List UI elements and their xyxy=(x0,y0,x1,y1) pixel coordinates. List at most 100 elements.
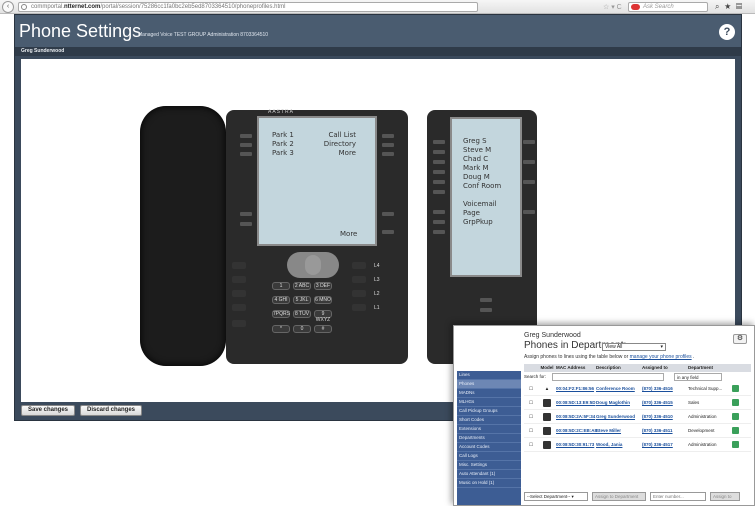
department-select[interactable]: View All ▾ xyxy=(602,343,666,351)
softkey-park-2[interactable]: Park 2 xyxy=(272,140,294,149)
expansion-key-label[interactable]: GrpPkup xyxy=(463,218,501,227)
column-model[interactable]: Model xyxy=(538,364,556,372)
discard-button[interactable]: Discard changes xyxy=(79,405,143,416)
redial-icon[interactable] xyxy=(232,290,246,297)
help-icon[interactable]: ? xyxy=(719,24,735,40)
select-department-dropdown[interactable]: --Select Department-- ▾ xyxy=(524,492,588,501)
expansion-key[interactable] xyxy=(523,160,535,164)
navigation-select[interactable] xyxy=(305,255,321,275)
dial-key[interactable]: 5 JKL xyxy=(293,296,311,304)
goodbye-icon[interactable] xyxy=(232,262,246,269)
softkey-button[interactable] xyxy=(240,134,252,138)
table-row[interactable]: ☐ 00:08:5D:30:91:73 Wood, Jania (870) 33… xyxy=(524,438,751,452)
expansion-key[interactable] xyxy=(523,210,535,214)
line-key[interactable] xyxy=(352,290,366,297)
sidebar-item-phones[interactable]: Phones xyxy=(457,380,521,389)
row-checkbox[interactable]: ☐ xyxy=(524,438,538,451)
volume-icon[interactable] xyxy=(232,320,246,327)
save-button[interactable]: Save changes xyxy=(21,405,76,416)
sidebar-item-mlhgs[interactable]: MLHGs xyxy=(457,398,521,407)
expansion-key-label[interactable]: Doug M xyxy=(463,173,501,182)
expansion-key-label[interactable]: Mark M xyxy=(463,164,501,173)
dial-key[interactable]: 8 TUV xyxy=(293,310,311,318)
expansion-key[interactable] xyxy=(433,230,445,234)
softkey-button[interactable] xyxy=(240,143,252,147)
search-box[interactable]: Ask Search xyxy=(628,2,708,12)
sidebar-item-madns[interactable]: MADNs xyxy=(457,389,521,398)
softkey-more[interactable]: More xyxy=(320,149,356,158)
expansion-key[interactable] xyxy=(433,210,445,214)
dial-key[interactable]: 1 xyxy=(272,282,290,290)
gear-icon[interactable]: ⚙ xyxy=(733,334,747,344)
assign-to-department-button[interactable]: Assign to Department xyxy=(592,492,646,501)
sidebar-item-music-on-hold[interactable]: Music on Hold (1) xyxy=(457,479,521,488)
hold-icon[interactable] xyxy=(232,276,246,283)
sidebar-item-auto-attendant[interactable]: Auto Attendant (1) xyxy=(457,470,521,479)
softkey-button[interactable] xyxy=(240,222,252,226)
table-row[interactable]: ☐ 00:08:5D:2A:5F:34 Greg Sunderwood (870… xyxy=(524,410,751,424)
softkey-park-1[interactable]: Park 1 xyxy=(272,131,294,140)
column-description[interactable]: Description xyxy=(596,364,642,372)
sidebar-item-departments[interactable]: Departments xyxy=(457,434,521,443)
expansion-key[interactable] xyxy=(523,140,535,144)
row-checkbox[interactable]: ☐ xyxy=(524,396,538,409)
softkey-button[interactable] xyxy=(240,212,252,216)
expansion-key-label[interactable]: Page xyxy=(463,209,501,218)
expansion-key[interactable] xyxy=(433,140,445,144)
reload-icon[interactable]: ☆ ▾ C xyxy=(603,3,622,11)
back-icon[interactable]: ‹ xyxy=(2,0,14,13)
expansion-key-label[interactable]: Steve M xyxy=(463,146,501,155)
address-bar[interactable]: commportal.ntternet.com/portal/session/7… xyxy=(18,2,478,12)
sidebar-item-call-logs[interactable]: Call Logs xyxy=(457,452,521,461)
manage-profiles-link[interactable]: manage your phone profiles xyxy=(630,354,692,360)
dial-key[interactable]: 2 ABC xyxy=(293,282,311,290)
softkey-park-3[interactable]: Park 3 xyxy=(272,149,294,158)
row-checkbox[interactable]: ☐ xyxy=(524,424,538,437)
row-checkbox[interactable]: ☐ xyxy=(524,410,538,423)
sidebar-item-lines[interactable]: Lines xyxy=(457,371,521,380)
row-checkbox[interactable]: ☐ xyxy=(524,382,538,395)
dial-key[interactable]: * xyxy=(272,325,290,333)
softkey-call-list[interactable]: Call List xyxy=(320,131,356,140)
dial-key[interactable]: 9 WXYZ xyxy=(314,310,332,323)
expansion-page-key[interactable] xyxy=(480,308,492,312)
column-mac[interactable]: MAC Address xyxy=(556,364,596,372)
line-key[interactable] xyxy=(352,276,366,283)
expansion-key[interactable] xyxy=(433,180,445,184)
dial-key[interactable]: # xyxy=(314,325,332,333)
table-row[interactable]: ☐ ▲ 00:04:F2:F1:86:56 Conference Room (8… xyxy=(524,382,751,396)
dial-key[interactable]: 4 GHI xyxy=(272,296,290,304)
softkey-button[interactable] xyxy=(382,152,394,156)
add-line-icon[interactable] xyxy=(732,385,739,393)
column-department[interactable]: Department xyxy=(688,364,732,372)
softkey-more-bottom[interactable]: More xyxy=(340,230,357,239)
line-key[interactable] xyxy=(352,262,366,269)
expansion-key[interactable] xyxy=(433,150,445,154)
expansion-key-label[interactable]: Chad C xyxy=(463,155,501,164)
sidebar-item-account-codes[interactable]: Account Codes xyxy=(457,443,521,452)
softkey-button[interactable] xyxy=(382,212,394,216)
softkey-button[interactable] xyxy=(382,134,394,138)
expansion-key-label[interactable]: Greg S xyxy=(463,137,501,146)
softkey-button[interactable] xyxy=(382,143,394,147)
enter-number-input[interactable]: Enter number... xyxy=(650,492,706,501)
sidebar-item-short-codes[interactable]: Short Codes xyxy=(457,416,521,425)
assign-to-button[interactable]: Assign to xyxy=(710,492,740,501)
sidebar-item-call-pickup-groups[interactable]: Call Pickup Groups xyxy=(457,407,521,416)
table-search-input[interactable] xyxy=(552,373,664,381)
expansion-key-label[interactable]: Voicemail xyxy=(463,200,501,209)
column-assigned-to[interactable]: Assigned to xyxy=(642,364,688,372)
expansion-key-label[interactable] xyxy=(463,191,501,200)
dial-key[interactable]: 0 xyxy=(293,325,311,333)
softkey-button[interactable] xyxy=(382,230,394,234)
softkey-directory[interactable]: Directory xyxy=(320,140,356,149)
sidebar-item-misc-settings[interactable]: Misc. Settings xyxy=(457,461,521,470)
toolbar-icons[interactable]: ⌕★▤ xyxy=(715,2,747,12)
expansion-page-key[interactable] xyxy=(480,298,492,302)
dial-key[interactable]: 6 MNO xyxy=(314,296,332,304)
transfer-icon[interactable] xyxy=(232,304,246,311)
line-key[interactable] xyxy=(352,304,366,311)
expansion-key[interactable] xyxy=(433,190,445,194)
dial-key[interactable]: 7PQRS xyxy=(272,310,290,318)
softkey-button[interactable] xyxy=(240,152,252,156)
